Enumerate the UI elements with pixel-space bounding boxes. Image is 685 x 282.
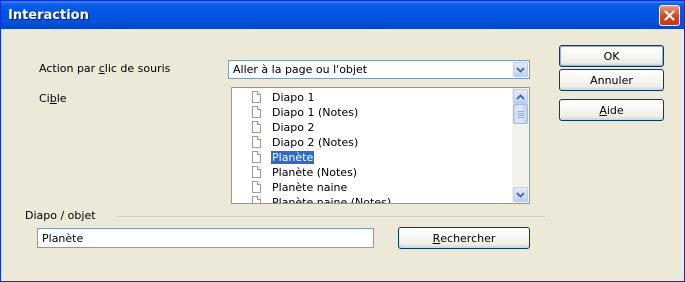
scrollbar-thumb[interactable] [513, 104, 528, 124]
document-icon [252, 136, 261, 148]
tree-item[interactable]: Diapo 2 (Notes) [252, 135, 359, 149]
tree-item-label: Planète (Notes) [272, 165, 358, 179]
scroll-down-arrow-icon [516, 191, 525, 198]
vertical-scrollbar[interactable] [512, 88, 529, 203]
document-icon [252, 106, 261, 118]
document-icon [252, 151, 261, 163]
help-button[interactable]: Aide [559, 99, 664, 121]
tree-item-label: Diapo 1 [272, 90, 315, 104]
document-icon [252, 166, 261, 178]
tree-item[interactable]: Planète (Notes) [252, 165, 358, 179]
tree-item[interactable]: Planète naine (Notes) [252, 195, 392, 204]
tree-item-label: Diapo 1 (Notes) [272, 105, 359, 119]
scroll-down-button[interactable] [513, 187, 528, 202]
object-name-field[interactable]: Planète [37, 228, 374, 248]
title-bar[interactable]: Interaction [1, 1, 684, 29]
tree-item-label: Diapo 2 [272, 120, 315, 134]
object-section-label: Diapo / objet [25, 209, 96, 222]
document-icon [252, 181, 261, 193]
tree-item[interactable]: Planète naine [252, 180, 348, 194]
scroll-up-arrow-icon [516, 93, 525, 100]
action-select-value: Aller à la page ou l'objet [233, 63, 368, 76]
close-icon [664, 10, 675, 21]
action-label: Action par clic de souris [39, 62, 171, 75]
tree-item[interactable]: Diapo 1 [252, 90, 315, 104]
target-tree-list[interactable]: Diapo 1 Diapo 1 (Notes) Diapo 2 Diapo 2 … [231, 87, 530, 204]
action-select[interactable]: Aller à la page ou l'objet [228, 60, 530, 79]
window-title: Interaction [8, 8, 89, 23]
action-select-dropdown-button[interactable] [513, 62, 528, 77]
scroll-up-button[interactable] [513, 89, 528, 104]
section-separator [117, 216, 545, 217]
tree-item-selected[interactable]: Planète [252, 150, 315, 164]
chevron-down-icon [516, 66, 525, 73]
interaction-dialog: Interaction Action par clic de souris Al… [0, 0, 685, 282]
tree-item-label: Planète naine [272, 180, 348, 194]
object-name-value: Planète [42, 232, 84, 245]
cancel-button[interactable]: Annuler [559, 69, 664, 91]
close-button[interactable] [659, 5, 680, 26]
tree-item-label: Diapo 2 (Notes) [272, 135, 359, 149]
tree-item[interactable]: Diapo 1 (Notes) [252, 105, 359, 119]
tree-item-label: Planète naine (Notes) [272, 195, 392, 204]
document-icon [252, 196, 261, 203]
document-icon [252, 121, 261, 133]
ok-button[interactable]: OK [559, 45, 664, 67]
document-icon [252, 91, 261, 103]
tree-item[interactable]: Diapo 2 [252, 120, 315, 134]
tree-item-label: Planète [271, 150, 315, 164]
target-label: Cible [39, 92, 67, 105]
search-button[interactable]: Rechercher [398, 227, 530, 249]
